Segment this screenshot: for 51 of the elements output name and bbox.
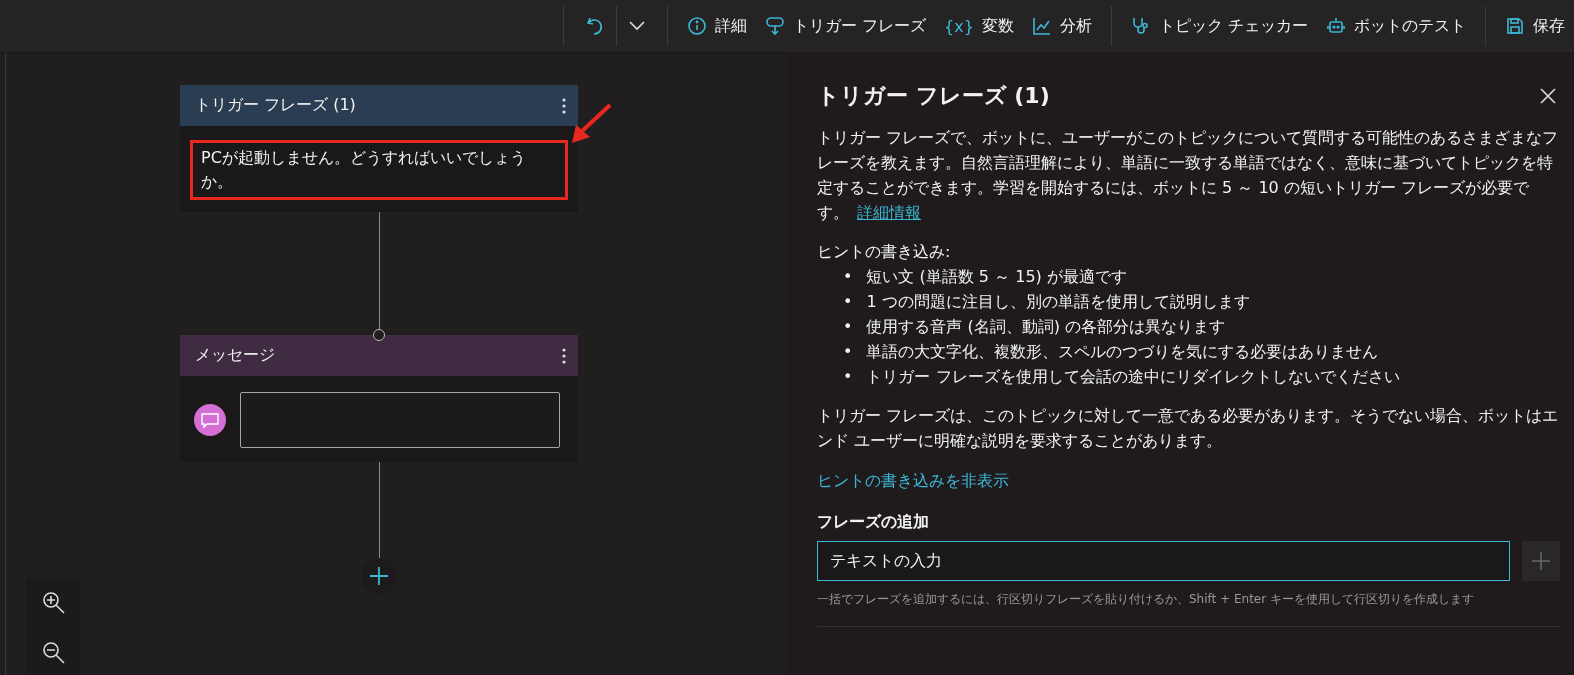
connector-dot[interactable]	[373, 329, 385, 341]
intro-text: トリガー フレーズで、ボットに、ユーザーがこのトピックについて質問する可能性のあるさまざまなフレーズを教えます。自然言語理解により、単語に一致する単語ではなく、意味に基づいてトピックを特定することができます。学習を開始するには、ボットに 5 ～ 10 の短いトリガー フレーズが必要です。 詳細情報	[817, 127, 1560, 224]
plus-icon	[1531, 551, 1551, 571]
chevron-down-icon	[629, 21, 645, 31]
undo-icon	[586, 16, 604, 36]
bullet-marker: •	[843, 291, 853, 313]
bullet-marker: •	[843, 341, 853, 363]
trigger-phrase: PCが起動しません。どうすればいいでしょうか。	[190, 140, 568, 200]
tip-item: 単語の大文字化、複数形、スペルのつづりを気にする必要はありません	[866, 341, 1379, 363]
panel-title: トリガー フレーズ (1)	[817, 82, 1050, 110]
zoom-out-icon	[41, 641, 66, 665]
zoom-in-icon	[41, 591, 66, 615]
variables-icon: {x}	[944, 16, 974, 36]
toolbar-button[interactable]: トピック チェッカー	[1121, 6, 1317, 46]
stethoscope-icon	[1130, 16, 1151, 36]
tip-item: 使用する音声 (名詞、動詞) の各部分は異なります	[866, 316, 1226, 338]
tips-heading: ヒントの書き込み:	[817, 241, 952, 263]
more-icon	[562, 97, 566, 114]
more-icon	[562, 347, 566, 364]
chart-icon	[1031, 16, 1052, 36]
node-title: メッセージ	[195, 345, 275, 366]
toolbar-button[interactable]: 保存	[1496, 6, 1574, 46]
note-text: トリガー フレーズは、このトピックに対して一意である必要があります。そうでない場合、ボットはエンド ユーザーに明確な説明を要求することがあります。	[817, 405, 1560, 452]
toolbar-button[interactable]: トリガー フレーズ	[756, 6, 936, 46]
message-node[interactable]: メッセージ	[180, 335, 578, 462]
info-icon	[687, 16, 707, 36]
speech-bubble-icon	[765, 16, 785, 36]
hide-tips-link[interactable]: ヒントの書き込みを非表示	[817, 471, 1009, 492]
toolbar-button[interactable]: ボットのテスト	[1317, 6, 1475, 46]
chat-bubble-icon	[194, 404, 226, 436]
save-icon	[1505, 16, 1525, 36]
tip-item: 1 つの問題に注目し、別の単語を使用して説明します	[866, 291, 1250, 313]
phrase-input-field[interactable]: テキストの入力	[817, 541, 1510, 581]
bot-icon	[1326, 16, 1346, 36]
bullet-marker: •	[843, 316, 853, 338]
toolbar-button[interactable]: {x} 変数	[935, 6, 1023, 46]
close-icon	[1540, 88, 1556, 104]
toolbar-button[interactable]: 分析	[1022, 6, 1101, 46]
bullet-marker: •	[843, 266, 853, 288]
node-title: トリガー フレーズ (1)	[195, 95, 356, 116]
trigger-node[interactable]: トリガー フレーズ (1) PCが起動しません。どうすればいいでしょうか。	[180, 85, 578, 212]
bullet-marker: •	[843, 366, 853, 388]
tip-item: トリガー フレーズを使用して会話の途中にリダイレクトしないでください	[866, 366, 1400, 388]
learn-more-link[interactable]: 詳細情報	[857, 203, 921, 222]
message-input-field[interactable]	[240, 392, 560, 448]
toolbar-button[interactable]: 詳細	[678, 6, 756, 46]
plus-icon	[369, 566, 389, 586]
tip-item: 短い文 (単語数 5 ～ 15) が最適です	[866, 266, 1127, 288]
field-label: フレーズの追加	[817, 512, 930, 533]
help-text: 一括でフレーズを追加するには、行区切りフレーズを貼り付けるか、Shift + Enter キーを使用して行区切りを作成します	[817, 591, 1560, 627]
add-node-button[interactable]	[361, 558, 397, 594]
